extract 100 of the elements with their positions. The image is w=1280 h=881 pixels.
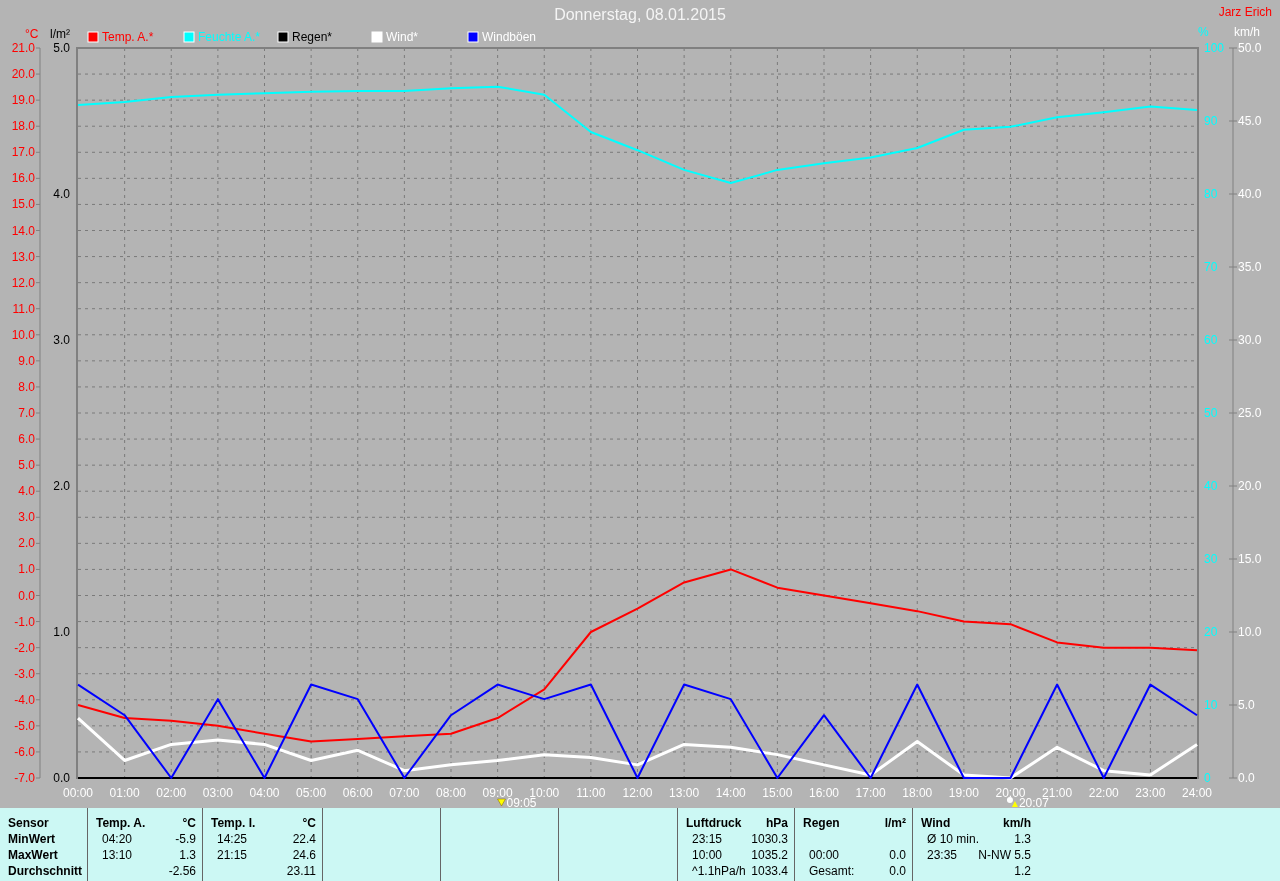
table-cell-text: 14:25 [216,832,248,846]
axis-label: 17:00 [855,786,886,800]
axis-label: -2.0 [14,640,35,655]
axis-label: 35.0 [1238,260,1262,274]
axis-label: 12.0 [11,275,35,290]
axis-label: 15.0 [1238,552,1262,566]
axis-label: 15:00 [762,786,793,800]
axis-label: 6.0 [18,432,35,447]
table-cell: 0.0 [889,864,906,878]
axis-label: 2.0 [53,479,70,493]
user-name: Jarz Erich [1218,5,1272,19]
axis-label: -4.0 [14,692,35,707]
table-cell: 1035.2 [751,848,788,862]
axis-label: 03:00 [202,786,233,800]
axis-label: 5.0 [53,41,70,55]
axis-label: 21.0 [11,41,35,55]
axis-label: -5.0 [14,718,35,733]
table-cell: 24.6 [292,848,316,862]
axis-label: 20 [1204,625,1218,639]
table-cell-text: Gesamt: [808,864,855,878]
axis-label: 3.0 [53,333,70,347]
table-cell-text: 04:20 [101,832,133,846]
axis-label: 20.0 [1238,479,1262,493]
axis-label: 10.0 [11,327,35,342]
axis-label: 5.0 [18,458,35,473]
axis-label: 30 [1204,552,1218,566]
row-label: MinWert [8,832,56,846]
unit-header: °C [182,816,196,830]
axis-label: 25.0 [1238,406,1262,420]
legend-swatch [467,31,479,43]
row-label: Sensor [8,816,49,830]
row-label: Durchschnitt [8,864,82,878]
axis-label: 16.0 [11,171,35,186]
legend-label: Windböen [482,30,537,44]
axis-label: -6.0 [14,744,35,759]
column-header: Temp. A. [96,816,146,830]
table-cell: 1033.4 [751,864,788,878]
axis-label: 40 [1204,479,1218,493]
table-cell-text: Ø 10 min. [926,832,980,846]
column-header: Regen [803,816,840,830]
column-header: Luftdruck [686,816,742,830]
axis-label: 05:00 [296,786,327,800]
axis-label: 70 [1204,260,1218,274]
axis-label: 80 [1204,187,1218,201]
table-cell: 1.2 [1014,864,1031,878]
axis-label: 0.0 [1238,771,1255,785]
axis-label: 06:00 [342,786,373,800]
table-cell-text: 10:00 [691,848,723,862]
axis-label: 02:00 [156,786,187,800]
table-cell: 23.11 [286,864,316,878]
table-cell-text: 23:15 [691,832,723,846]
legend-label: Temp. A.* [102,30,154,44]
axis-label: 45.0 [1238,114,1262,128]
axis-label: 11.0 [12,301,35,316]
column-header: Wind [921,816,951,830]
table-cell: 1.3 [179,848,196,862]
unit-header: hPa [766,816,788,830]
axis-label: 50.0 [1238,41,1262,55]
legend-swatch [183,31,195,43]
axis-label: 40.0 [1238,187,1262,201]
axis-label: 30.0 [1238,333,1262,347]
axis-label: 17.0 [11,145,35,160]
axis-label: -7.0 [14,771,35,785]
axis-label: 9.0 [18,353,35,368]
axis-label: 0 [1204,771,1211,785]
axis-unit: l/m² [50,27,70,41]
legend-swatch [87,31,99,43]
axis-label: 11:00 [576,786,606,800]
axis-label: 18:00 [902,786,933,800]
axis-label: 60 [1204,333,1218,347]
axis-label: 8.0 [18,379,35,394]
table-cell-text: 13:10 [101,848,133,862]
axis-label: 12:00 [622,786,653,800]
axis-label: 10 [1204,698,1218,712]
axis-label: 24:00 [1182,786,1212,800]
axis-unit: % [1198,25,1209,39]
table-cell: 0.0 [889,848,906,862]
axis-label: 07:00 [389,786,420,800]
axis-label: 4.0 [18,484,35,499]
row-label: MaxWert [8,848,58,862]
table-cell: 1030.3 [751,832,788,846]
axis-label: 19:00 [948,786,979,800]
legend-label: Wind* [386,30,418,44]
axis-label: 1.0 [53,625,70,639]
axis-label: 00:00 [63,786,93,800]
table-cell-text: 00:00 [808,848,840,862]
table-cell: N-NW 5.5 [978,848,1031,862]
unit-header: l/m² [884,816,906,830]
table-cell: 22.4 [292,832,316,846]
legend-label: Feuchte A.* [198,30,261,44]
axis-label: 08:00 [436,786,466,800]
legend-label: Regen* [292,30,333,44]
axis-label: 7.0 [18,406,35,420]
triangle-marker-icon [497,798,506,807]
axis-label: 3.0 [18,510,35,525]
axis-label: 2.0 [18,536,35,551]
axis-label: 16:00 [809,786,839,800]
table-cell: -2.56 [168,864,196,878]
table-cell: -5.9 [175,832,196,846]
axis-label: 14.0 [11,223,35,238]
